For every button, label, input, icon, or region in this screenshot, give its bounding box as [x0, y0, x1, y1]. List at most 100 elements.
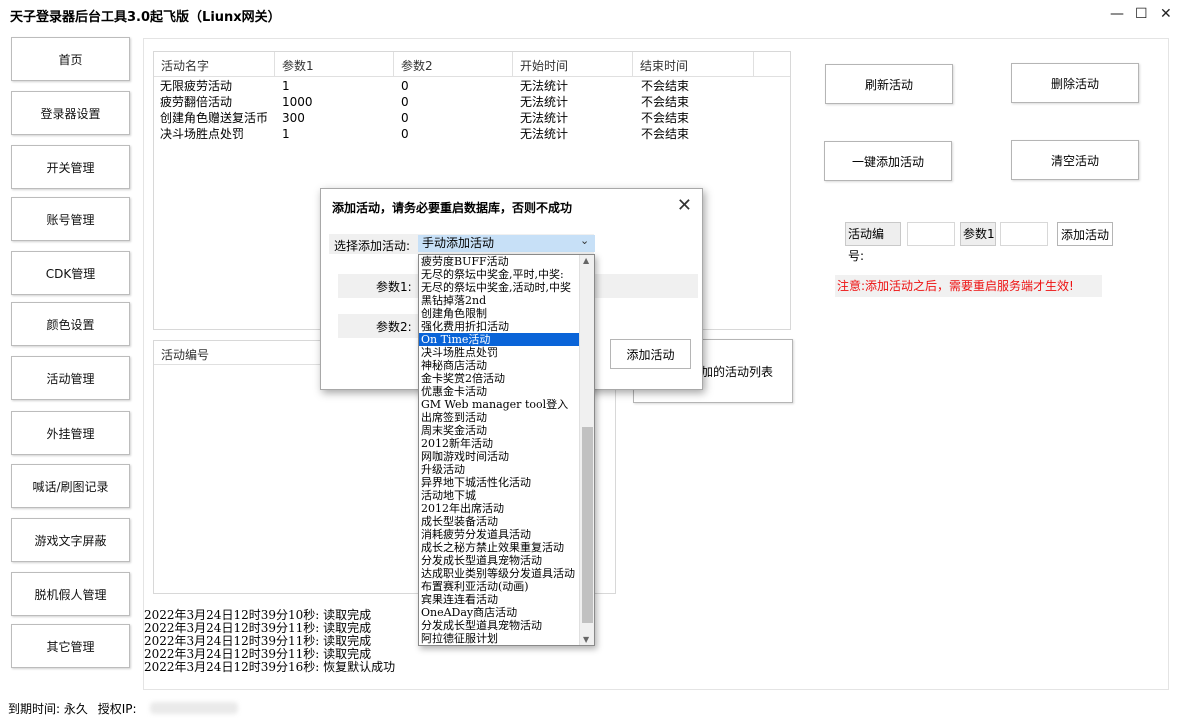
- table-cell[interactable]: 不会结束: [641, 110, 689, 126]
- dropdown-option[interactable]: 阿拉德征服计划: [419, 632, 580, 645]
- column-header-filler: [754, 52, 790, 77]
- table-cell[interactable]: 1: [282, 78, 290, 94]
- dropdown-option[interactable]: 神秘商店活动: [419, 359, 580, 372]
- table-cell[interactable]: 0: [401, 94, 409, 110]
- dropdown-option[interactable]: 出席签到活动: [419, 411, 580, 424]
- dialog-close-icon[interactable]: ✕: [677, 195, 692, 216]
- dropdown-option[interactable]: 异界地下城活性化活动: [419, 476, 580, 489]
- nav-event-management[interactable]: 活动管理: [11, 356, 130, 400]
- dropdown-option[interactable]: On Time活动: [419, 333, 580, 346]
- dropdown-option[interactable]: 布置赛利亚活动(动画): [419, 580, 580, 593]
- expire-text: 到期时间: 永久: [8, 702, 88, 716]
- dropdown-option[interactable]: 2012新年活动: [419, 437, 580, 450]
- dropdown-option[interactable]: 周末奖金活动: [419, 424, 580, 437]
- nav-cdk-management[interactable]: CDK管理: [11, 251, 130, 295]
- dropdown-option[interactable]: 升级活动: [419, 463, 580, 476]
- table-cell[interactable]: 无法统计: [520, 94, 568, 110]
- dropdown-option[interactable]: 消耗疲劳分发道具活动: [419, 528, 580, 541]
- nav-home[interactable]: 首页: [11, 37, 130, 81]
- nav-other-management[interactable]: 其它管理: [11, 624, 130, 668]
- delete-event-button[interactable]: 删除活动: [1011, 63, 1139, 103]
- table-cell[interactable]: 0: [401, 78, 409, 94]
- dropdown-option[interactable]: 疲劳度BUFF活动: [419, 255, 580, 268]
- log-line: 2022年3月24日12时39分16秒: 恢复默认成功: [144, 660, 396, 674]
- nav-color-settings[interactable]: 颜色设置: [11, 302, 130, 346]
- scrollbar-thumb[interactable]: [582, 427, 593, 623]
- restart-warning: 注意:添加活动之后，需要重启服务端才生效!: [835, 275, 1102, 297]
- window-title: 天子登录器后台工具3.0起飞版（Liunx网关）: [10, 10, 281, 25]
- status-bar: 到期时间: 永久 授权IP:: [8, 700, 137, 717]
- close-icon[interactable]: ✕: [1160, 6, 1172, 22]
- dropdown-option[interactable]: GM Web manager tool登入: [419, 398, 580, 411]
- dropdown-option[interactable]: 宾果连连看活动: [419, 593, 580, 606]
- table-cell[interactable]: 无法统计: [520, 126, 568, 142]
- nav-shout-records[interactable]: 喊话/刷图记录: [11, 464, 130, 508]
- dropdown-option[interactable]: 成长型装备活动: [419, 515, 580, 528]
- scroll-up-icon[interactable]: ▲: [583, 256, 589, 265]
- column-header[interactable]: 活动名字: [154, 52, 275, 77]
- dropdown-scrollbar[interactable]: ▲ ▼: [579, 255, 594, 645]
- dropdown-option[interactable]: 分发成长型道具宠物活动: [419, 554, 580, 567]
- column-header[interactable]: 参数2: [394, 52, 513, 77]
- dropdown-option[interactable]: 成长之秘方禁止效果重复活动: [419, 541, 580, 554]
- dropdown-option[interactable]: 分发成长型道具宠物活动: [419, 619, 580, 632]
- table-cell[interactable]: 无法统计: [520, 78, 568, 94]
- nav-offline-bot-management[interactable]: 脱机假人管理: [11, 572, 130, 616]
- dialog-param1-label: 参数1:: [376, 280, 412, 294]
- table-cell[interactable]: 0: [401, 110, 409, 126]
- nav-launcher-settings[interactable]: 登录器设置: [11, 91, 130, 135]
- dropdown-option[interactable]: 2012年出席活动: [419, 502, 580, 515]
- dialog-title: 添加活动，请务必要重启数据库，否则不成功: [332, 201, 573, 215]
- column-header[interactable]: 参数1: [275, 52, 394, 77]
- add-event-button[interactable]: 添加活动: [1057, 222, 1113, 246]
- dialog-add-button[interactable]: 添加活动: [610, 339, 691, 369]
- table-cell[interactable]: 300: [282, 110, 305, 126]
- dropdown-option[interactable]: 无尽的祭坛中奖金,活动时,中奖: [419, 281, 580, 294]
- table-cell[interactable]: 不会结束: [641, 126, 689, 142]
- nav-switch-management[interactable]: 开关管理: [11, 145, 130, 189]
- auth-ip-label: 授权IP:: [97, 702, 137, 716]
- dropdown-option[interactable]: 网咖游戏时间活动: [419, 450, 580, 463]
- table-cell[interactable]: 1: [282, 126, 290, 142]
- table-cell[interactable]: 决斗场胜点处罚: [160, 126, 244, 142]
- table-cell[interactable]: 无限疲劳活动: [160, 78, 232, 94]
- minimize-icon[interactable]: —: [1110, 6, 1124, 22]
- dropdown-option[interactable]: 决斗场胜点处罚: [419, 346, 580, 359]
- dropdown-option[interactable]: 无尽的祭坛中奖金,平时,中奖:: [419, 268, 580, 281]
- dropdown-option[interactable]: 黑钻掉落2nd: [419, 294, 580, 307]
- param1-input[interactable]: [1000, 222, 1048, 246]
- one-click-add-button[interactable]: 一键添加活动: [824, 141, 952, 181]
- table-cell[interactable]: 0: [401, 126, 409, 142]
- event-dropdown-list[interactable]: 疲劳度BUFF活动 无尽的祭坛中奖金,平时,中奖: 无尽的祭坛中奖金,活动时,中奖黑…: [418, 254, 595, 646]
- dropdown-option[interactable]: 达成职业类别等级分发道具活动: [419, 567, 580, 580]
- nav-account-management[interactable]: 账号管理: [11, 197, 130, 241]
- dropdown-option[interactable]: 优惠金卡活动: [419, 385, 580, 398]
- dropdown-option[interactable]: 强化费用折扣活动: [419, 320, 580, 333]
- event-select[interactable]: 手动添加活动: [418, 235, 595, 252]
- event-id-input[interactable]: [907, 222, 955, 246]
- dropdown-option[interactable]: OneADay商店活动: [419, 606, 580, 619]
- nav-text-filter[interactable]: 游戏文字屏蔽: [11, 518, 130, 562]
- event-id-label: 活动编号:: [845, 222, 901, 263]
- refresh-events-button[interactable]: 刷新活动: [825, 64, 953, 104]
- select-event-label: 选择添加活动:: [334, 239, 411, 253]
- scroll-down-icon[interactable]: ▼: [583, 635, 589, 644]
- table-cell[interactable]: 不会结束: [641, 94, 689, 110]
- column-header[interactable]: 开始时间: [513, 52, 633, 77]
- chevron-down-icon[interactable]: ⌄: [580, 234, 589, 247]
- nav-cheat-management[interactable]: 外挂管理: [11, 411, 130, 455]
- column-header[interactable]: 结束时间: [633, 52, 754, 77]
- dropdown-option[interactable]: 活动地下城: [419, 489, 580, 502]
- maximize-icon[interactable]: ☐: [1135, 6, 1148, 22]
- table-cell[interactable]: 无法统计: [520, 110, 568, 126]
- redacted-ip: [150, 702, 238, 714]
- dropdown-option[interactable]: 创建角色限制: [419, 307, 580, 320]
- table-cell[interactable]: 疲劳翻倍活动: [160, 94, 232, 110]
- clear-events-button[interactable]: 清空活动: [1011, 140, 1139, 180]
- dialog-param2-label: 参数2:: [376, 320, 412, 334]
- table-cell[interactable]: 1000: [282, 94, 313, 110]
- dropdown-option[interactable]: 金卡奖赏2倍活动: [419, 372, 580, 385]
- table-cell[interactable]: 不会结束: [641, 78, 689, 94]
- log-output: 2022年3月24日12时39分10秒: 读取完成 2022年3月24日12时3…: [144, 609, 395, 674]
- table-cell[interactable]: 创建角色赠送复活币: [160, 110, 268, 126]
